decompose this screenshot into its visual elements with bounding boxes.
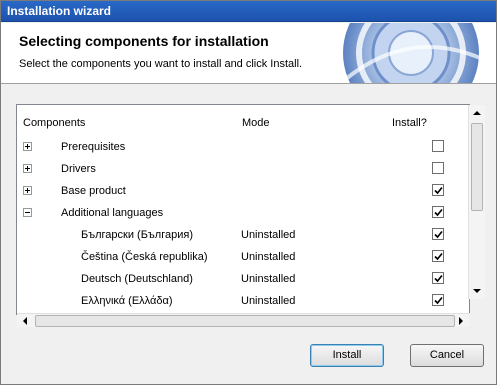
component-mode: Uninstalled — [241, 273, 296, 285]
checkmark-icon — [434, 274, 443, 283]
component-name: Additional languages — [61, 207, 164, 219]
checkmark-icon — [434, 252, 443, 261]
list-item[interactable]: Base product — [17, 181, 469, 203]
scrollbar-corner — [469, 313, 485, 327]
arrow-up-icon[interactable] — [469, 105, 485, 121]
install-checkbox[interactable] — [432, 140, 444, 152]
component-name: Ελληνικά (Ελλάδα) — [81, 295, 173, 307]
checkmark-icon — [434, 296, 443, 305]
install-checkbox[interactable] — [432, 272, 444, 284]
install-checkbox[interactable] — [432, 250, 444, 262]
window-title: Installation wizard — [7, 4, 112, 18]
arrow-left-icon[interactable] — [17, 313, 33, 329]
plus-box-icon[interactable] — [23, 164, 32, 173]
horizontal-scrollbar[interactable] — [17, 313, 469, 327]
list-item[interactable]: Prerequisites — [17, 137, 469, 159]
plus-box-icon[interactable] — [23, 142, 32, 151]
title-bar[interactable]: Installation wizard — [1, 1, 496, 22]
page-subtitle: Select the components you want to instal… — [19, 58, 303, 70]
list-item[interactable]: Deutsch (Deutschland) Uninstalled — [17, 269, 469, 291]
list-item[interactable]: Drivers — [17, 159, 469, 181]
component-name: Base product — [61, 185, 126, 197]
list-item[interactable]: Čeština (Česká republika) Uninstalled — [17, 247, 469, 269]
wizard-header: Selecting components for installation Se… — [1, 23, 496, 84]
arrow-down-icon[interactable] — [469, 283, 485, 299]
component-name: Prerequisites — [61, 141, 126, 153]
component-name: Čeština (Česká republika) — [81, 251, 208, 263]
components-list[interactable]: Components Mode Install? Prerequisites Dr… — [16, 104, 470, 315]
install-button[interactable]: Install — [310, 344, 384, 367]
arrow-right-icon[interactable] — [453, 313, 469, 329]
page-title: Selecting components for installation — [19, 33, 269, 49]
component-name: Drivers — [61, 163, 96, 175]
column-header-install: Install? — [392, 117, 427, 129]
installation-wizard-window: Installation wizard Selecting components… — [0, 0, 497, 385]
install-checkbox[interactable] — [432, 162, 444, 174]
column-header-components: Components — [23, 117, 86, 129]
list-item[interactable]: Български (България) Uninstalled — [17, 225, 469, 247]
plus-box-icon[interactable] — [23, 186, 32, 195]
list-item[interactable]: Additional languages — [17, 203, 469, 225]
install-checkbox[interactable] — [432, 228, 444, 240]
checkmark-icon — [434, 208, 443, 217]
component-mode: Uninstalled — [241, 229, 296, 241]
component-name: Deutsch (Deutschland) — [81, 273, 193, 285]
horizontal-scroll-thumb[interactable] — [35, 315, 455, 327]
component-mode: Uninstalled — [241, 295, 296, 307]
cancel-button[interactable]: Cancel — [410, 344, 484, 367]
component-name: Български (България) — [81, 229, 193, 241]
install-checkbox[interactable] — [432, 206, 444, 218]
component-mode: Uninstalled — [241, 251, 296, 263]
checkmark-icon — [434, 186, 443, 195]
vertical-scroll-thumb[interactable] — [471, 123, 483, 211]
checkmark-icon — [434, 230, 443, 239]
install-checkbox[interactable] — [432, 184, 444, 196]
vertical-scrollbar[interactable] — [468, 105, 485, 299]
column-header-mode: Mode — [242, 117, 270, 129]
decorative-disc-art — [339, 23, 492, 83]
minus-box-icon[interactable] — [23, 208, 32, 217]
install-checkbox[interactable] — [432, 294, 444, 306]
list-item[interactable]: Ελληνικά (Ελλάδα) Uninstalled — [17, 291, 469, 313]
